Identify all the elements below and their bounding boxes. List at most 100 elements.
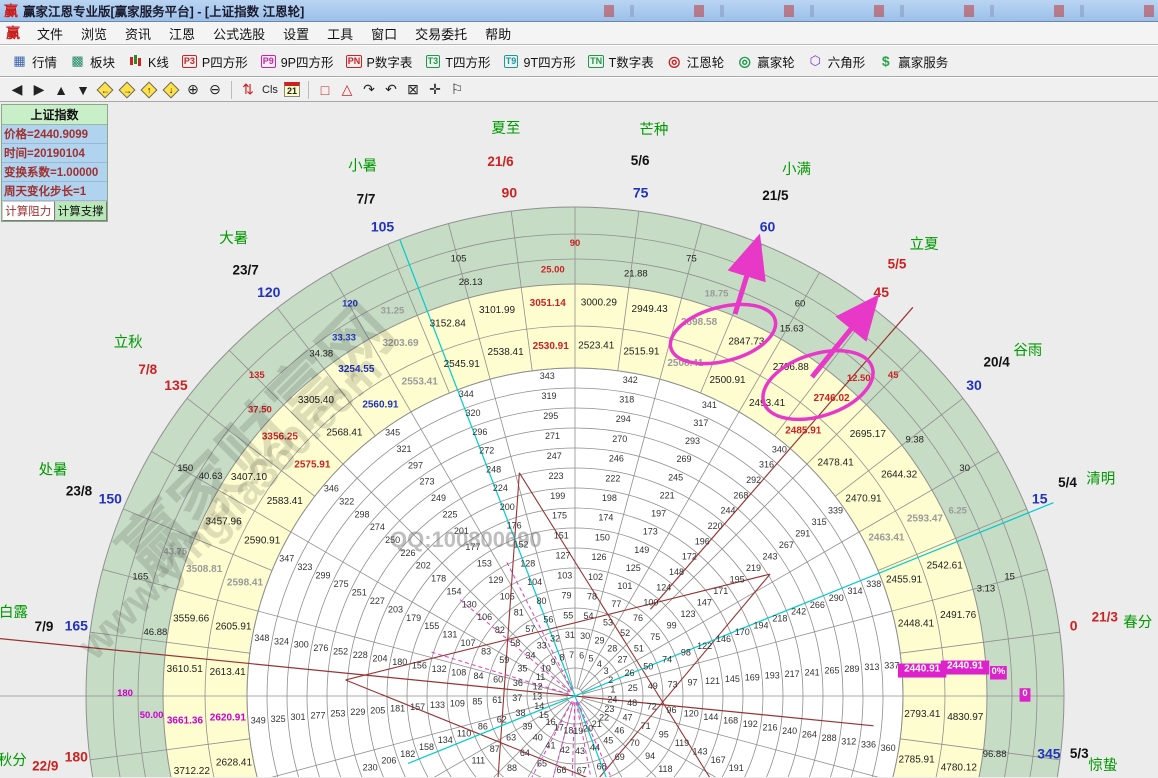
- svg-text:63: 63: [506, 733, 516, 743]
- svg-text:3: 3: [604, 666, 609, 676]
- arrow-up-button[interactable]: ▲: [51, 80, 71, 100]
- p-number-table-button[interactable]: PN P数字表: [341, 50, 418, 73]
- svg-text:313: 313: [864, 662, 879, 672]
- calc-support-button[interactable]: 计算支撑: [55, 201, 108, 221]
- svg-text:182: 182: [400, 749, 415, 759]
- svg-text:21.88: 21.88: [624, 268, 648, 279]
- svg-text:105: 105: [451, 253, 467, 264]
- svg-text:29: 29: [595, 635, 605, 645]
- arrow-left-button[interactable]: ◀: [7, 80, 27, 100]
- svg-text:芒种: 芒种: [639, 122, 668, 139]
- p-square-button[interactable]: P3 P四方形: [176, 50, 253, 73]
- menu-item-help[interactable]: 帮助: [476, 24, 520, 43]
- menu-item-settings[interactable]: 设置: [274, 24, 318, 43]
- diamond-right-button[interactable]: →: [117, 80, 137, 100]
- svg-text:155: 155: [424, 621, 439, 631]
- svg-text:110: 110: [457, 728, 471, 738]
- diamond-left-button[interactable]: ←: [95, 80, 115, 100]
- menu-item-browse[interactable]: 浏览: [72, 24, 116, 43]
- svg-text:20/4: 20/4: [983, 355, 1010, 370]
- svg-text:2628.41: 2628.41: [216, 757, 253, 768]
- menu-item-formula-picker[interactable]: 公式选股: [204, 24, 274, 43]
- winner-service-button[interactable]: $ 赢家服务: [872, 50, 953, 73]
- svg-text:219: 219: [746, 563, 761, 573]
- zoom-out-button[interactable]: ⊖: [205, 80, 225, 100]
- svg-text:15: 15: [1004, 572, 1015, 583]
- svg-text:2515.91: 2515.91: [623, 346, 660, 357]
- svg-text:7/7: 7/7: [357, 192, 376, 207]
- svg-text:90: 90: [570, 238, 581, 249]
- calc-resistance-button[interactable]: 计算阻力: [2, 201, 55, 221]
- kline-button[interactable]: K线: [122, 50, 174, 73]
- svg-text:43: 43: [575, 746, 585, 756]
- menu-item-file[interactable]: 文件: [28, 24, 72, 43]
- svg-text:42: 42: [560, 745, 570, 755]
- svg-text:181: 181: [390, 704, 405, 714]
- menu-item-tools[interactable]: 工具: [318, 24, 362, 43]
- svg-text:54: 54: [584, 611, 594, 621]
- move-tool-button[interactable]: ✛: [425, 80, 445, 100]
- svg-text:106: 106: [477, 612, 492, 622]
- step-row: 周天变化步长=1: [2, 182, 107, 201]
- svg-text:2695.17: 2695.17: [850, 429, 887, 440]
- quotes-button[interactable]: ▦ 行情: [6, 50, 62, 73]
- svg-text:66: 66: [556, 765, 566, 775]
- svg-text:2470.91: 2470.91: [845, 493, 882, 504]
- winner-wheel-button[interactable]: ◎ 赢家轮: [731, 50, 800, 73]
- svg-text:101: 101: [617, 581, 632, 591]
- svg-text:338: 338: [866, 579, 881, 589]
- zoom-in-button[interactable]: ⊕: [183, 80, 203, 100]
- t-number-table-button[interactable]: TN T数字表: [583, 50, 659, 73]
- svg-text:74: 74: [662, 654, 672, 664]
- calendar-button[interactable]: 21: [282, 80, 302, 100]
- svg-text:75: 75: [633, 184, 649, 200]
- svg-text:18.75: 18.75: [705, 288, 729, 299]
- quotes-table-icon: ▦: [11, 53, 28, 69]
- rotate-cw-button[interactable]: ↷: [359, 80, 379, 100]
- svg-text:2949.43: 2949.43: [632, 304, 669, 315]
- svg-text:202: 202: [416, 561, 431, 571]
- svg-text:267: 267: [779, 540, 794, 550]
- svg-text:151: 151: [554, 531, 569, 541]
- svg-text:73: 73: [668, 679, 678, 689]
- svg-text:79: 79: [561, 590, 571, 600]
- updown-arrows-button[interactable]: ⇅: [238, 80, 258, 100]
- gann-wheel-chart[interactable]: 1234567891011121314151617181920212223242…: [0, 102, 1158, 777]
- svg-text:122: 122: [697, 641, 712, 651]
- svg-text:15.63: 15.63: [780, 324, 804, 335]
- menu-item-news[interactable]: 资讯: [116, 24, 160, 43]
- menu-item-gann[interactable]: 江恩: [160, 24, 204, 43]
- svg-text:18: 18: [563, 725, 573, 735]
- hexagon-button[interactable]: ⬡ 六角形: [802, 50, 871, 73]
- svg-text:2463.41: 2463.41: [868, 533, 905, 544]
- rotate-ccw-button[interactable]: ↶: [381, 80, 401, 100]
- arrow-right-button[interactable]: ▶: [29, 80, 49, 100]
- svg-text:242: 242: [791, 607, 806, 617]
- diamond-down-button[interactable]: ↓: [161, 80, 181, 100]
- flag-button[interactable]: ⚐: [447, 80, 467, 100]
- price-row: 价格=2440.9099: [2, 125, 107, 144]
- rect-tool-button[interactable]: □: [315, 80, 335, 100]
- svg-text:249: 249: [431, 493, 446, 503]
- p9-square-button[interactable]: P9 9P四方形: [255, 50, 339, 73]
- svg-text:247: 247: [547, 451, 562, 461]
- svg-text:196: 196: [695, 536, 710, 546]
- arrow-down-button[interactable]: ▼: [73, 80, 93, 100]
- svg-text:288: 288: [822, 733, 837, 743]
- cls-button[interactable]: Cls: [260, 80, 280, 100]
- gann-wheel-button[interactable]: ◎ 江恩轮: [661, 50, 730, 73]
- diamond-up-button[interactable]: ↑: [139, 80, 159, 100]
- sectors-button[interactable]: ▩ 板块: [64, 50, 120, 73]
- menu-item-window[interactable]: 窗口: [362, 24, 406, 43]
- triangle-tool-button[interactable]: △: [337, 80, 357, 100]
- svg-text:225: 225: [442, 509, 457, 519]
- delete-box-button[interactable]: ⊠: [403, 80, 423, 100]
- t-square-button[interactable]: T3 T四方形: [419, 50, 495, 73]
- candlestick-icon: [127, 53, 144, 69]
- svg-text:175: 175: [552, 511, 567, 521]
- svg-text:44: 44: [590, 743, 600, 753]
- svg-text:2598.41: 2598.41: [227, 578, 264, 589]
- menu-item-trading[interactable]: 交易委托: [406, 24, 476, 43]
- t9-square-button[interactable]: T9 9T四方形: [498, 50, 581, 73]
- svg-text:9: 9: [551, 657, 556, 667]
